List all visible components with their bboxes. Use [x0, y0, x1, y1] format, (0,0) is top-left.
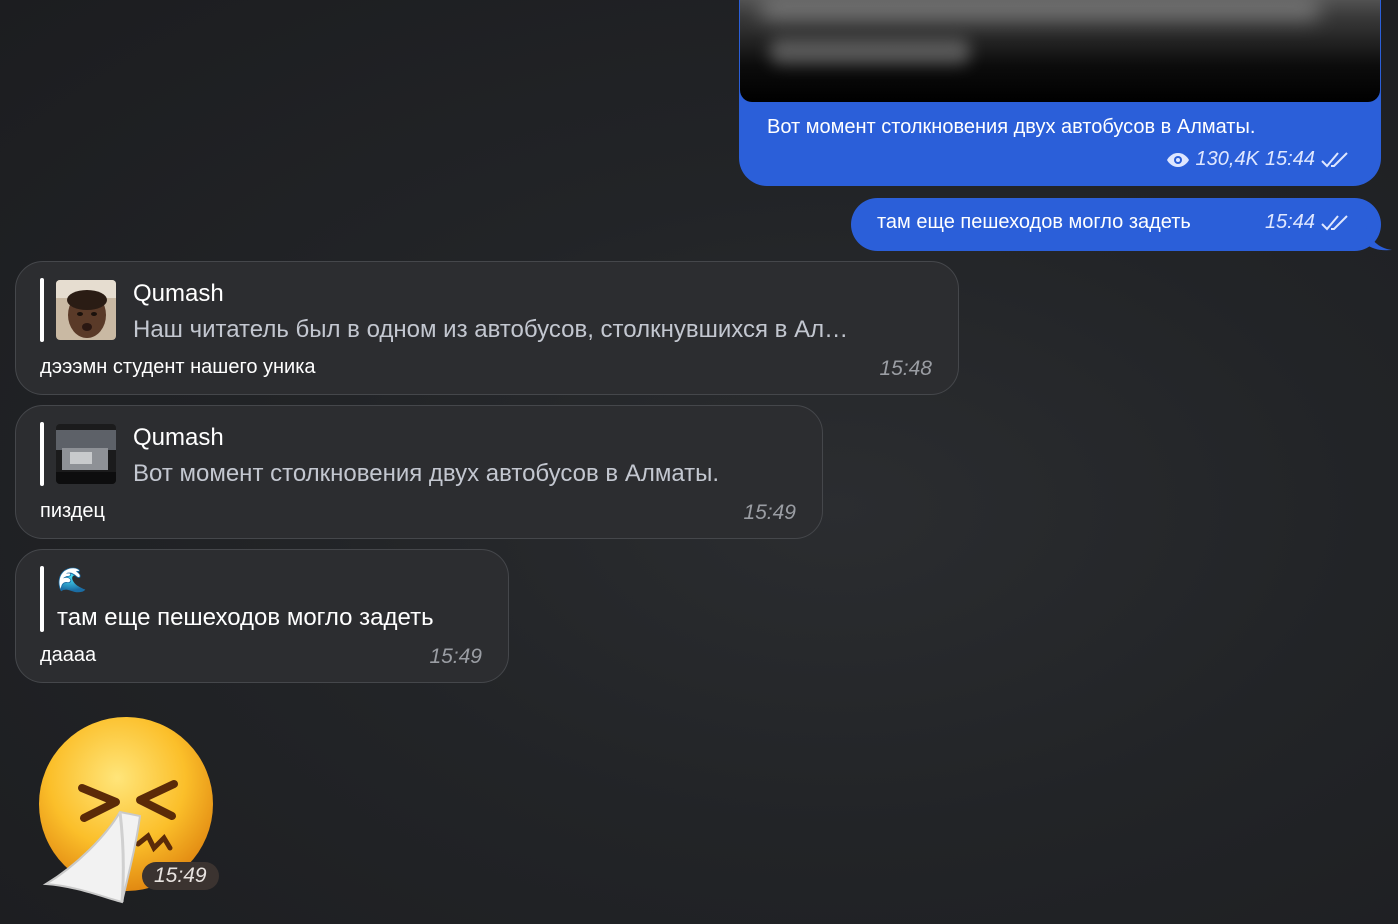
media-caption: Вот момент столкновения двух автобусов в… [767, 116, 1256, 138]
quote-text: Вот момент столкновения двух автобусов в… [133, 460, 720, 487]
message-time: 15:49 [743, 501, 796, 524]
double-check-icon [1321, 214, 1348, 230]
views-count: 130,4K [1195, 148, 1259, 170]
reply-quote-bar [40, 422, 44, 486]
reply-quote-bar [40, 566, 44, 632]
double-check-icon [1321, 151, 1348, 167]
outgoing-media-message[interactable]: Вот момент столкновения двух автобусов в… [739, 0, 1381, 186]
outgoing-text-message[interactable]: там еще пешеходов могло задеть 15:44 [851, 198, 1381, 251]
quote-text: там еще пешеходов могло задеть [57, 604, 434, 631]
video-blurred-text [770, 38, 970, 64]
wave-emoji: 🌊 [57, 567, 87, 594]
quote-author: Qumash [133, 280, 224, 307]
person-photo-icon [56, 280, 116, 340]
video-frame-icon [56, 424, 116, 484]
message-meta: 15:44 [1265, 211, 1351, 234]
sticker-time: 15:49 [142, 862, 219, 890]
quote-text: Наш читатель был в одном из автобусов, с… [133, 316, 849, 343]
video-blurred-text [760, 0, 1320, 20]
quote-author: Qumash [133, 424, 224, 451]
message-time: 15:49 [429, 645, 482, 668]
video-preview[interactable] [740, 0, 1380, 102]
eye-icon [1166, 152, 1189, 167]
incoming-message[interactable]: 🌊 там еще пешеходов могло задеть даааа 1… [15, 549, 509, 683]
incoming-message[interactable]: Qumash Наш читатель был в одном из автоб… [15, 261, 959, 395]
message-time: 15:48 [879, 357, 932, 380]
message-time: 15:44 [1264, 148, 1315, 170]
reply-quote-bar [40, 278, 44, 342]
message-meta: 130,4K 15:44 [1166, 148, 1351, 171]
message-text: там еще пешеходов могло задеть [877, 211, 1191, 233]
message-text: даааа [40, 644, 97, 666]
incoming-message[interactable]: Qumash Вот момент столкновения двух авто… [15, 405, 823, 539]
message-time: 15:44 [1264, 211, 1315, 233]
bubble-tail [1366, 226, 1392, 251]
message-text: дэээмн студент нашего уника [40, 356, 316, 378]
quote-thumbnail[interactable] [56, 424, 116, 484]
quote-thumbnail[interactable] [56, 280, 116, 340]
message-text: пиздец [40, 500, 105, 522]
